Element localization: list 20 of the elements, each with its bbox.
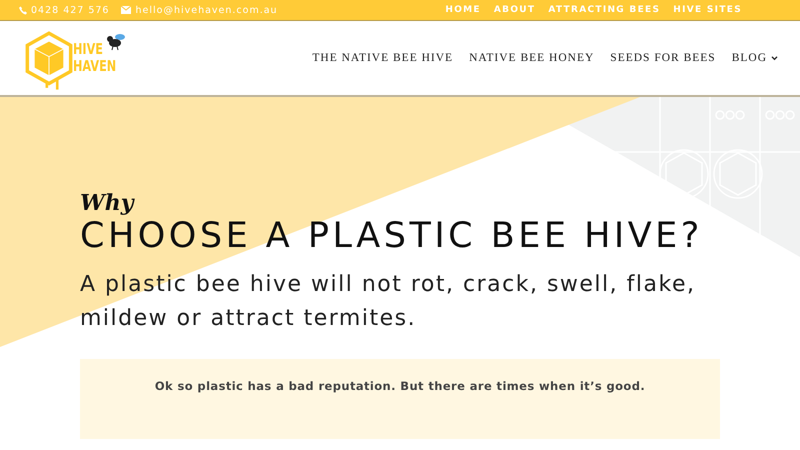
top-nav-link[interactable]: ATTRACTING BEES	[548, 5, 660, 15]
phone-icon	[19, 6, 27, 14]
hero-title: CHOOSE A PLASTIC BEE HIVE?	[80, 216, 704, 256]
top-nav-link[interactable]: HOME	[445, 5, 481, 15]
envelope-icon	[121, 6, 132, 14]
top-nav-link[interactable]: ABOUT	[494, 5, 536, 15]
bee-icon	[106, 33, 127, 51]
logo[interactable]: HIVE HAVEN	[23, 23, 127, 93]
top-nav-link[interactable]: HIVE SITES	[673, 5, 742, 15]
nav-link[interactable]: THE NATIVE BEE HIVE	[312, 52, 454, 64]
logo-text: HAVEN	[73, 58, 116, 75]
kicker-heading: Why	[80, 190, 136, 216]
nav-link[interactable]: SEEDS FOR BEES	[610, 52, 716, 64]
callout-text: Ok so plastic has a bad reputation. But there are times when it’s good.	[154, 379, 646, 395]
phone-number[interactable]: 0428 427 576	[31, 4, 110, 16]
logo-text: HIVE	[73, 41, 104, 58]
nav-link[interactable]: NATIVE BEE HONEY	[469, 52, 594, 64]
email-link[interactable]: hello@hivehaven.com.au	[135, 4, 278, 16]
hero-subtitle: A plastic bee hive will not rot, crack, swell, flake, mildew or attract termites.	[80, 271, 696, 333]
nav-link[interactable]: BLOG	[732, 52, 778, 64]
